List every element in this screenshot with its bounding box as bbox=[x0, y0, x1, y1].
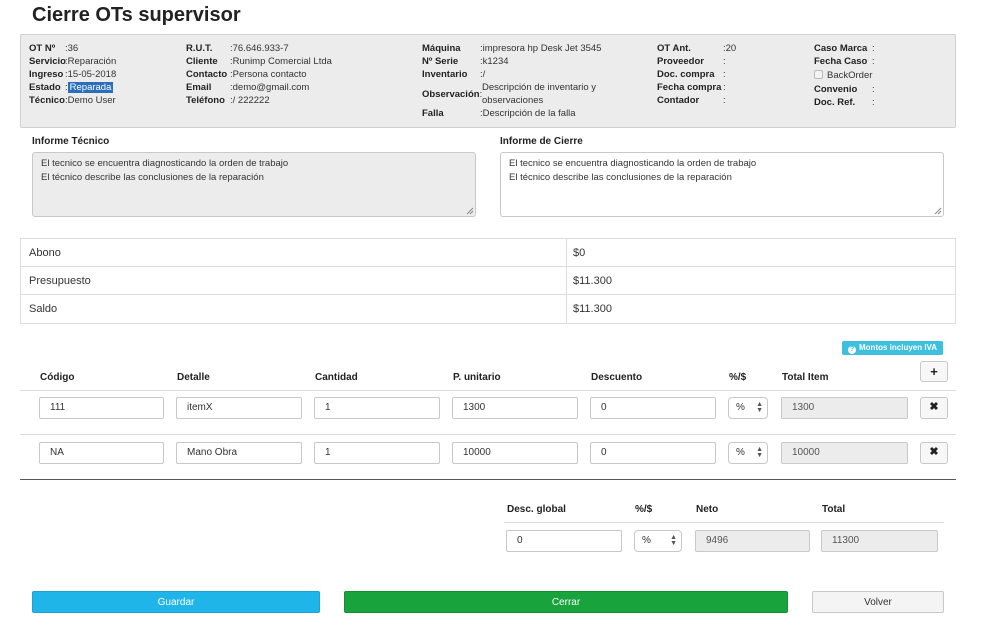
informe-cierre-label: Informe de Cierre bbox=[500, 136, 583, 147]
item-codigo-input[interactable]: 111 bbox=[39, 397, 164, 419]
desc-global-tipo-select[interactable]: % ▲ ▼ bbox=[634, 530, 682, 552]
ot-info-panel: OT Nº:36 Servicio:Reparación Ingreso:15-… bbox=[20, 34, 956, 128]
cliente: Cliente:Runimp Comercial Ltda bbox=[186, 56, 332, 67]
cerrar-button[interactable]: Cerrar bbox=[344, 591, 788, 613]
item-tipo-select[interactable]: % ▲ ▼ bbox=[728, 397, 768, 419]
summary-row-saldo: Saldo $11.300 bbox=[21, 295, 955, 323]
col-total-item: Total Item bbox=[782, 372, 829, 383]
fecha-caso: Fecha Caso: bbox=[814, 56, 875, 67]
volver-button[interactable]: Volver bbox=[812, 591, 944, 613]
servicio: Servicio:Reparación bbox=[29, 56, 117, 67]
ot-number: OT Nº:36 bbox=[29, 43, 79, 54]
close-icon: ✖ bbox=[929, 446, 939, 458]
total-field: 11300 bbox=[821, 530, 938, 552]
item-detalle-input[interactable]: itemX bbox=[176, 397, 302, 419]
observacion-line1: Descripción de inventario y bbox=[482, 82, 597, 93]
total-label: Total bbox=[822, 504, 846, 515]
neto-field: 9496 bbox=[695, 530, 810, 552]
caso-marca: Caso Marca: bbox=[814, 43, 875, 54]
select-arrows-icon: ▲ ▼ bbox=[670, 534, 677, 547]
convenio: Convenio: bbox=[814, 84, 875, 95]
divider bbox=[504, 522, 944, 523]
inventario: Inventario:/ bbox=[422, 69, 486, 80]
item-codigo-input[interactable]: NA bbox=[39, 442, 164, 464]
informe-tecnico-textarea: El tecnico se encuentra diagnosticando l… bbox=[32, 152, 476, 217]
select-arrows-icon: ▲ ▼ bbox=[756, 446, 763, 459]
col-cantidad: Cantidad bbox=[315, 372, 358, 383]
item-cantidad-input[interactable]: 1 bbox=[314, 397, 440, 419]
close-icon: ✖ bbox=[929, 401, 939, 413]
informe-cierre-textarea[interactable]: El tecnico se encuentra diagnosticando l… bbox=[500, 152, 944, 217]
item-cantidad-input[interactable]: 1 bbox=[314, 442, 440, 464]
item-p-unitario-input[interactable]: 10000 bbox=[452, 442, 578, 464]
select-arrows-icon: ▲ ▼ bbox=[756, 401, 763, 414]
col-descuento: Descuento bbox=[591, 372, 643, 383]
add-item-button[interactable]: + bbox=[920, 361, 948, 382]
contacto: Contacto:Persona contacto bbox=[186, 69, 307, 80]
desc-global-input[interactable]: 0 bbox=[506, 530, 622, 552]
backorder-checkbox[interactable] bbox=[814, 70, 823, 79]
summary-row-abono: Abono $0 bbox=[21, 239, 955, 267]
doc-ref: Doc. Ref.: bbox=[814, 97, 875, 108]
rut: R.U.T.:76.646.933-7 bbox=[186, 43, 289, 54]
falla: Falla:Descripción de la falla bbox=[422, 108, 576, 119]
neto-label: Neto bbox=[696, 504, 719, 515]
col-detalle: Detalle bbox=[177, 372, 210, 383]
summary-table: Abono $0 Presupuesto $11.300 Saldo $11.300 bbox=[20, 238, 956, 324]
email: Email:demo@gmail.com bbox=[186, 82, 310, 93]
serie: Nº Serie:k1234 bbox=[422, 56, 509, 67]
page-title: Cierre OTs supervisor bbox=[32, 4, 241, 26]
proveedor: Proveedor: bbox=[657, 56, 726, 67]
summary-row-presupuesto: Presupuesto $11.300 bbox=[21, 267, 955, 295]
info-icon: ? bbox=[848, 346, 856, 354]
item-total-field: 10000 bbox=[781, 442, 908, 464]
informe-tecnico-label: Informe Técnico bbox=[32, 136, 110, 147]
totals-tipo-label: %/$ bbox=[635, 504, 653, 515]
divider bbox=[20, 434, 956, 435]
col-codigo: Código bbox=[40, 372, 75, 383]
item-total-field: 1300 bbox=[781, 397, 908, 419]
item-p-unitario-input[interactable]: 1300 bbox=[452, 397, 578, 419]
item-tipo-select[interactable]: % ▲ ▼ bbox=[728, 442, 768, 464]
telefono: Teléfono:/ 222222 bbox=[186, 95, 270, 106]
fecha-compra: Fecha compra: bbox=[657, 82, 726, 93]
resize-grip-icon[interactable] bbox=[466, 207, 474, 215]
maquina: Máquina:impresora hp Desk Jet 3545 bbox=[422, 43, 602, 54]
remove-item-button[interactable]: ✖ bbox=[920, 397, 948, 419]
item-detalle-input[interactable]: Mano Obra bbox=[176, 442, 302, 464]
item-descuento-input[interactable]: 0 bbox=[590, 397, 716, 419]
guardar-button[interactable]: Guardar bbox=[32, 591, 320, 613]
estado: Estado: Reparada bbox=[29, 82, 114, 93]
observacion-label: Observación: bbox=[422, 89, 483, 100]
iva-badge: ? Montos incluyen IVA bbox=[842, 341, 944, 355]
divider bbox=[20, 479, 956, 480]
ingreso: Ingreso:15-05-2018 bbox=[29, 69, 117, 80]
remove-item-button[interactable]: ✖ bbox=[920, 442, 948, 464]
col-p-unitario: P. unitario bbox=[453, 372, 501, 383]
tecnico: Técnico:Demo User bbox=[29, 95, 116, 106]
col-tipo: %/$ bbox=[729, 372, 747, 383]
observacion-line2: observaciones bbox=[482, 95, 544, 106]
backorder: BackOrder bbox=[814, 69, 872, 82]
resize-grip-icon[interactable] bbox=[934, 207, 942, 215]
item-descuento-input[interactable]: 0 bbox=[590, 442, 716, 464]
contador: Contador: bbox=[657, 95, 726, 106]
ot-anterior: OT Ant.:20 bbox=[657, 43, 737, 54]
divider bbox=[20, 390, 956, 391]
desc-global-label: Desc. global bbox=[507, 504, 566, 515]
doc-compra: Doc. compra: bbox=[657, 69, 726, 80]
estado-value: Reparada bbox=[67, 82, 114, 93]
